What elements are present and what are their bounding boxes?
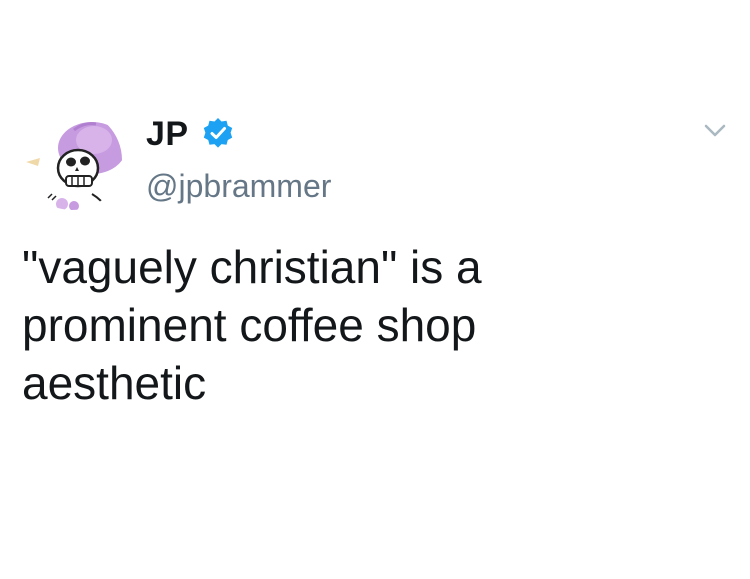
tweet-card: JP @jpbrammer "vaguely christian" is a p… (0, 0, 750, 579)
tweet-text: "vaguely christian" is a prominent coffe… (22, 241, 482, 409)
user-handle[interactable]: @jpbrammer (146, 166, 331, 206)
avatar[interactable] (22, 110, 122, 210)
verified-badge-icon (203, 118, 233, 148)
chevron-down-icon[interactable] (704, 124, 726, 138)
skull-sombrero-avatar-icon (26, 122, 122, 210)
display-name[interactable]: JP (146, 114, 189, 154)
